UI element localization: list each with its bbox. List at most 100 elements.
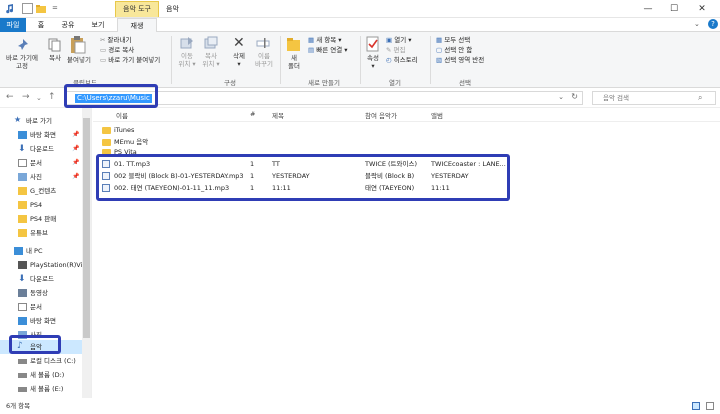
paste-shortcut-button[interactable]: ▭ 바로 가기 붙여넣기	[100, 56, 160, 64]
nav-item-g-contents[interactable]: G_컨텐츠	[0, 184, 88, 198]
computer-icon	[14, 247, 23, 255]
recent-chevron-icon[interactable]: ⌄	[36, 94, 42, 102]
details-view-icon[interactable]	[692, 402, 700, 410]
folder-icon[interactable]	[36, 3, 47, 14]
select-all-button[interactable]: ▦ 모두 선택	[436, 36, 470, 44]
nav-item-pictures[interactable]: 사진 📌	[0, 170, 88, 184]
nav-item-playstation[interactable]: PlayStation(R)Vi	[0, 258, 88, 272]
nav-item-volume-d[interactable]: 새 볼륨 (D:)	[0, 368, 88, 382]
history-button[interactable]: ◴ 히스토리	[386, 56, 418, 64]
shortcut-icon: ▭	[100, 56, 109, 64]
easy-access-button[interactable]: ▤ 빠른 연결 ▾	[308, 46, 348, 54]
device-icon	[18, 261, 27, 269]
nav-label: 문서	[30, 303, 42, 311]
invert-selection-button[interactable]: ▧ 선택 영역 반전	[436, 56, 484, 64]
music-tools-context-tab: 음악 도구	[115, 1, 159, 17]
folder-icon	[18, 187, 27, 195]
move-to-button[interactable]: 이동 위치 ▾	[174, 52, 200, 68]
list-item-folder[interactable]: iTunes	[100, 125, 500, 136]
nav-item-this-pc[interactable]: 내 PC	[0, 244, 88, 258]
star-icon: ★	[14, 115, 22, 124]
checkbox-icon[interactable]	[22, 3, 33, 14]
folder-icon	[18, 215, 27, 223]
properties-button[interactable]: 속성 ▾	[362, 54, 384, 70]
folder-icon	[102, 139, 111, 146]
nav-label: 다운로드	[30, 145, 54, 153]
nav-item-downloads[interactable]: ⬇ 다운로드 📌	[0, 142, 88, 156]
nav-label: 동영상	[30, 289, 48, 297]
column-header-title[interactable]: 제목	[272, 110, 284, 120]
ribbon: 바로 가기에 고정 복사 붙여넣기 ✂ 잘라내기 ▭ 경로 복사 ▭ 바로 가기…	[0, 32, 720, 88]
minimize-button[interactable]: —	[636, 0, 660, 18]
new-item-button[interactable]: ▦ 새 항목 ▾	[308, 36, 342, 44]
search-icon: ⌕	[698, 93, 703, 102]
paste-button[interactable]: 붙여넣기	[64, 56, 94, 64]
select-none-button[interactable]: ▢ 선택 안 함	[436, 46, 472, 54]
delete-icon: ✕	[233, 35, 245, 51]
nav-item-local-disk[interactable]: 로컬 디스크 (C:)	[0, 354, 88, 368]
nav-label: 로컬 디스크 (C:)	[30, 357, 76, 365]
nav-label: 바탕 화면	[30, 317, 56, 325]
scrollbar-thumb[interactable]	[83, 118, 90, 338]
nav-item-ps4-sale[interactable]: PS4 판매	[0, 212, 88, 226]
group-label-new: 새로 만들기	[308, 79, 340, 87]
cut-button[interactable]: ✂ 잘라내기	[100, 36, 131, 44]
delete-button[interactable]: 삭제 ▾	[226, 52, 252, 68]
column-header-number[interactable]: #	[250, 110, 255, 118]
nav-label: G_컨텐츠	[30, 187, 57, 195]
ribbon-tabs: 파일 홈 공유 보기 재생 ⌄ ?	[0, 18, 720, 32]
up-arrow-icon[interactable]: ↑	[48, 92, 56, 102]
collapse-ribbon-icon[interactable]: ⌄	[694, 20, 700, 28]
nav-item-quick-access[interactable]: ★ 바로 가기	[0, 114, 88, 128]
nav-item-documents[interactable]: 문서 📌	[0, 156, 88, 170]
group-label-organize: 구성	[224, 79, 236, 87]
group-separator	[171, 36, 172, 84]
easy-access-icon: ▤	[308, 46, 317, 54]
history-label: 히스토리	[393, 56, 418, 64]
forward-arrow-icon[interactable]: →	[22, 92, 30, 102]
pinned-icon: 📌	[72, 159, 80, 166]
tab-view[interactable]: 보기	[86, 18, 110, 32]
tab-home[interactable]: 홈	[32, 18, 50, 32]
nav-item-pc-desktop[interactable]: 바탕 화면	[0, 314, 88, 328]
copy-path-label: 경로 복사	[108, 46, 135, 54]
copy-path-button[interactable]: ▭ 경로 복사	[100, 46, 134, 54]
customize-quick-access-icon[interactable]: =	[52, 4, 58, 12]
edit-button[interactable]: ✎ 편집	[386, 46, 405, 54]
tab-file[interactable]: 파일	[0, 18, 26, 32]
nav-item-desktop[interactable]: 바탕 화면 📌	[0, 128, 88, 142]
pin-to-quick-access-button[interactable]: 바로 가기에 고정	[2, 54, 42, 70]
nav-item-volume-e[interactable]: 새 볼륨 (E:)	[0, 382, 88, 396]
column-header-artist[interactable]: 참여 음악가	[365, 110, 397, 120]
back-arrow-icon[interactable]: ←	[6, 92, 14, 102]
open-button[interactable]: ▣ 열기 ▾	[386, 36, 412, 44]
nav-item-pc-documents[interactable]: 문서	[0, 300, 88, 314]
tab-share[interactable]: 공유	[56, 18, 80, 32]
nav-item-youtube[interactable]: 유튜브	[0, 226, 88, 240]
invert-selection-icon: ▧	[436, 56, 445, 64]
address-dropdown-icon[interactable]: ⌄	[558, 93, 564, 101]
maximize-button[interactable]: ☐	[662, 0, 686, 18]
drive-icon	[18, 359, 27, 364]
pinned-icon: 📌	[72, 173, 80, 180]
new-item-icon: ▦	[308, 36, 317, 44]
copy-icon	[48, 38, 62, 54]
new-folder-button[interactable]: 새 폴더	[282, 54, 306, 70]
nav-item-pc-downloads[interactable]: ⬇ 다운로드	[0, 272, 88, 286]
nav-item-ps4[interactable]: PS4	[0, 198, 88, 212]
help-icon[interactable]: ?	[708, 19, 718, 29]
rename-button[interactable]: 이름 바꾸기	[250, 52, 278, 68]
select-none-icon: ▢	[436, 46, 445, 54]
column-header-album[interactable]: 앨범	[431, 110, 443, 120]
pictures-icon	[18, 173, 27, 181]
refresh-icon[interactable]: ↻	[571, 92, 578, 101]
large-icons-view-icon[interactable]	[706, 402, 714, 410]
nav-item-videos[interactable]: 동영상	[0, 286, 88, 300]
close-button[interactable]: ✕	[690, 0, 714, 18]
pin-icon	[16, 38, 30, 54]
copy-button[interactable]: 복사	[44, 54, 66, 62]
tab-play[interactable]: 재생	[117, 18, 157, 32]
copy-to-button[interactable]: 복사 위치 ▾	[198, 52, 224, 68]
navigation-scrollbar[interactable]	[82, 108, 91, 398]
column-header-name[interactable]: 이름	[116, 110, 128, 120]
